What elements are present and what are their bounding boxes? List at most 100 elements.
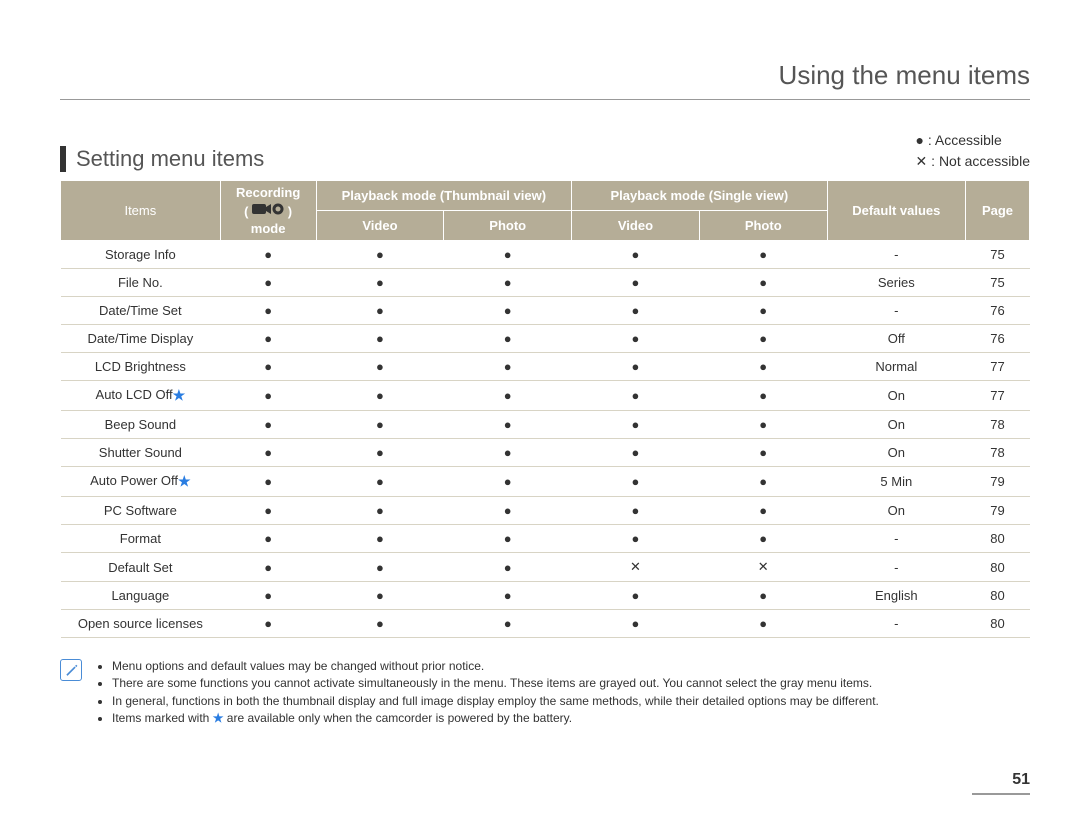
camcorder-icon xyxy=(252,202,284,221)
page-ref: 80 xyxy=(966,525,1030,553)
star-icon: ★ xyxy=(213,711,224,725)
item-name: Format xyxy=(61,525,221,553)
th-items: Items xyxy=(61,181,221,241)
item-name: Shutter Sound xyxy=(61,439,221,467)
page-ref: 77 xyxy=(966,381,1030,411)
access-cell: ● xyxy=(444,553,572,582)
access-cell: ● xyxy=(572,497,700,525)
access-cell: ● xyxy=(220,411,316,439)
access-cell: ● xyxy=(444,297,572,325)
access-cell: ● xyxy=(444,381,572,411)
legend: ● : Accessible ✕ : Not accessible xyxy=(916,130,1030,172)
item-name: Storage Info xyxy=(61,241,221,269)
item-name: Date/Time Display xyxy=(61,325,221,353)
access-cell: ● xyxy=(220,525,316,553)
item-name: PC Software xyxy=(61,497,221,525)
access-cell: ● xyxy=(699,467,827,497)
default-value: - xyxy=(827,610,965,638)
access-cell: ● xyxy=(220,553,316,582)
page-ref: 78 xyxy=(966,439,1030,467)
access-cell: ● xyxy=(572,439,700,467)
page-ref: 79 xyxy=(966,467,1030,497)
access-cell: ● xyxy=(316,582,444,610)
item-name: Open source licenses xyxy=(61,610,221,638)
access-cell: ● xyxy=(572,467,700,497)
default-value: - xyxy=(827,525,965,553)
access-cell: ● xyxy=(699,497,827,525)
th-single-video: Video xyxy=(572,211,700,241)
th-playback-thumb: Playback mode (Thumbnail view) xyxy=(316,181,572,211)
access-cell: ● xyxy=(316,553,444,582)
th-page: Page xyxy=(966,181,1030,241)
access-cell: ● xyxy=(699,582,827,610)
table-row: Date/Time Set●●●●●-76 xyxy=(61,297,1030,325)
table-row: Format●●●●●-80 xyxy=(61,525,1030,553)
access-cell: ● xyxy=(572,325,700,353)
access-cell: ● xyxy=(699,525,827,553)
access-cell: ● xyxy=(220,269,316,297)
page-number: 51 xyxy=(972,771,1030,795)
access-cell: ● xyxy=(316,497,444,525)
access-cell: ● xyxy=(699,325,827,353)
access-cell: ● xyxy=(572,297,700,325)
access-cell: ● xyxy=(444,497,572,525)
access-cell: ● xyxy=(316,439,444,467)
page-title: Using the menu items xyxy=(60,60,1030,100)
table-row: LCD Brightness●●●●●Normal77 xyxy=(61,353,1030,381)
table-row: Storage Info●●●●●-75 xyxy=(61,241,1030,269)
access-cell: ✕ xyxy=(699,553,827,582)
table-row: Auto Power Off★●●●●●5 Min79 xyxy=(61,467,1030,497)
footnote-item: Items marked with ★ are available only w… xyxy=(112,710,879,727)
default-value: On xyxy=(827,497,965,525)
default-value: Off xyxy=(827,325,965,353)
default-value: - xyxy=(827,553,965,582)
th-recording-bottom: mode xyxy=(251,221,286,236)
th-single-photo: Photo xyxy=(699,211,827,241)
access-cell: ● xyxy=(316,241,444,269)
access-cell: ● xyxy=(572,411,700,439)
access-cell: ● xyxy=(220,381,316,411)
access-cell: ● xyxy=(316,269,444,297)
legend-accessible: ● : Accessible xyxy=(916,130,1030,151)
access-cell: ● xyxy=(220,325,316,353)
table-row: Auto LCD Off★●●●●●On77 xyxy=(61,381,1030,411)
access-cell: ● xyxy=(572,381,700,411)
access-cell: ● xyxy=(316,353,444,381)
page-ref: 80 xyxy=(966,582,1030,610)
access-cell: ● xyxy=(316,297,444,325)
item-name: Auto LCD Off★ xyxy=(61,381,221,411)
access-cell: ● xyxy=(572,241,700,269)
access-cell: ● xyxy=(220,467,316,497)
footnote-item: Menu options and default values may be c… xyxy=(112,658,879,675)
default-value: English xyxy=(827,582,965,610)
table-row: PC Software●●●●●On79 xyxy=(61,497,1030,525)
access-cell: ● xyxy=(699,381,827,411)
item-name: Auto Power Off★ xyxy=(61,467,221,497)
access-cell: ✕ xyxy=(572,553,700,582)
item-name: File No. xyxy=(61,269,221,297)
access-cell: ● xyxy=(220,297,316,325)
access-cell: ● xyxy=(444,269,572,297)
access-cell: ● xyxy=(699,610,827,638)
access-cell: ● xyxy=(699,411,827,439)
th-recording-top: Recording xyxy=(236,185,300,200)
access-cell: ● xyxy=(316,610,444,638)
default-value: Series xyxy=(827,269,965,297)
footnote-list: Menu options and default values may be c… xyxy=(94,658,879,728)
default-value: On xyxy=(827,411,965,439)
access-cell: ● xyxy=(699,269,827,297)
item-name: Language xyxy=(61,582,221,610)
access-cell: ● xyxy=(220,241,316,269)
settings-table: Items Recording ( ) mode Playback mode (… xyxy=(60,180,1030,638)
access-cell: ● xyxy=(444,325,572,353)
page-ref: 79 xyxy=(966,497,1030,525)
access-cell: ● xyxy=(444,610,572,638)
access-cell: ● xyxy=(572,582,700,610)
default-value: - xyxy=(827,241,965,269)
access-cell: ● xyxy=(444,241,572,269)
table-row: Beep Sound●●●●●On78 xyxy=(61,411,1030,439)
th-default: Default values xyxy=(827,181,965,241)
item-name: Beep Sound xyxy=(61,411,221,439)
default-value: On xyxy=(827,439,965,467)
access-cell: ● xyxy=(572,610,700,638)
